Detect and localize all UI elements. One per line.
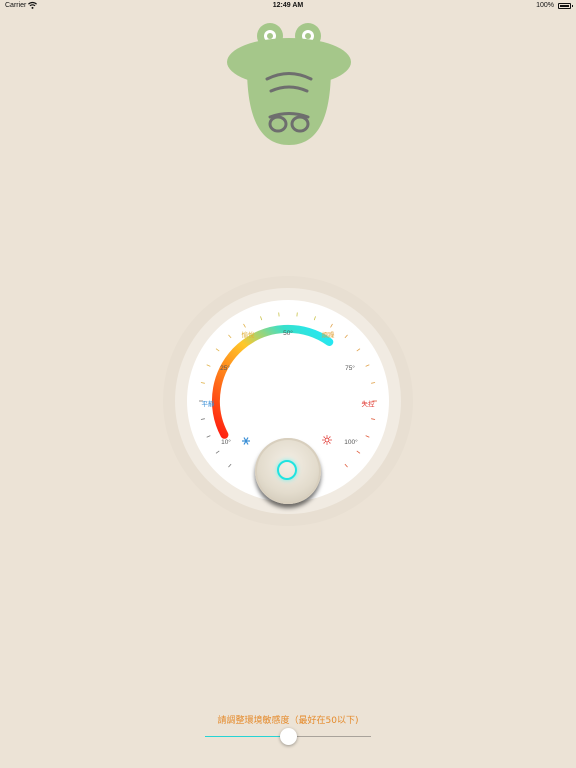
label-25-degrees: 25° xyxy=(220,364,230,372)
emotion-dial[interactable]: 愉悅 50° 煩躁 25° 75° 平靜 失控 10° 100° xyxy=(163,276,413,526)
slider-thumb[interactable] xyxy=(280,728,297,745)
label-pleasant: 愉悅 xyxy=(242,330,256,339)
label-calm: 平靜 xyxy=(202,399,216,408)
clock: 12:49 AM xyxy=(272,2,304,9)
sensitivity-label: 請調整環境敏感度（最好在50以下) xyxy=(217,716,359,726)
crocodile-logo xyxy=(227,22,351,150)
battery-fill xyxy=(560,5,569,7)
label-upset: 煩躁 xyxy=(322,330,336,339)
label-50-degrees: 50° xyxy=(283,329,293,337)
dial-knob[interactable] xyxy=(255,438,321,504)
battery-icon xyxy=(558,3,573,9)
label-10-degrees: 10° xyxy=(221,438,231,446)
status-bar: Carrier 12:49 AM 100% xyxy=(0,0,576,13)
label-out-of-control: 失控 xyxy=(362,399,376,408)
sensitivity-slider[interactable] xyxy=(205,727,371,747)
label-75-degrees: 75° xyxy=(345,364,355,372)
label-100-degrees: 100° xyxy=(344,438,358,446)
knob-indicator-ring xyxy=(277,460,297,480)
slider-track-filled xyxy=(205,736,288,737)
slider-track-empty xyxy=(288,736,371,737)
battery-percentage: 100% xyxy=(536,2,554,9)
